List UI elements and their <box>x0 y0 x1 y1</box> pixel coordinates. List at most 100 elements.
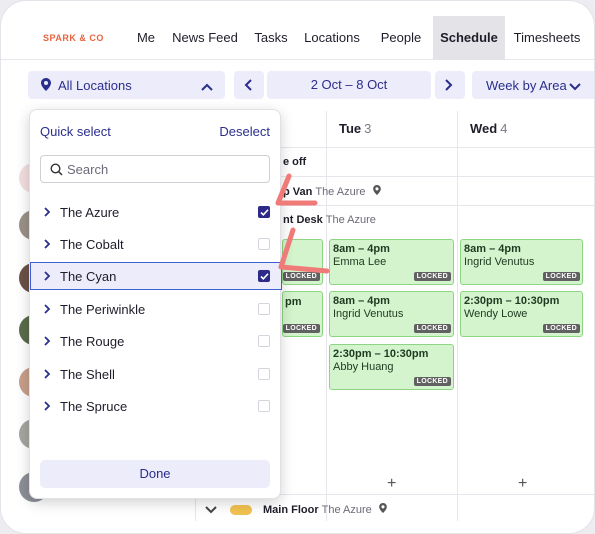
next-week-button[interactable] <box>435 71 465 99</box>
shift-time: 8am – 4pm <box>464 243 521 255</box>
area-name: Main Floor <box>263 504 319 516</box>
chevron-right-icon[interactable] <box>44 369 50 379</box>
day-number: 3 <box>364 121 372 136</box>
search-icon <box>50 163 63 176</box>
location-checkbox[interactable] <box>258 303 270 315</box>
location-checkbox[interactable] <box>258 206 270 218</box>
map-pin-icon <box>372 185 381 195</box>
shift-card[interactable]: 8am – 4pm Emma Lee LOCKED <box>329 239 454 285</box>
location-option-label: The Shell <box>60 367 115 382</box>
chevron-right-icon[interactable] <box>44 401 50 411</box>
shift-time: pm <box>285 296 302 308</box>
locked-badge: LOCKED <box>282 324 320 333</box>
shift-time: 8am – 4pm <box>333 243 390 255</box>
app-frame: SPARK & CO Me News Feed Tasks Locations … <box>0 0 595 534</box>
brand-logo[interactable]: SPARK & CO <box>43 33 104 43</box>
location-search[interactable] <box>40 155 270 183</box>
area-color-swatch <box>230 505 252 515</box>
location-option-label: The Spruce <box>60 399 128 414</box>
locked-badge: LOCKED <box>542 324 580 333</box>
done-button[interactable]: Done <box>40 460 270 488</box>
shift-time: 8am – 4pm <box>333 295 390 307</box>
location-option-the-rouge[interactable]: The Rouge <box>30 327 282 355</box>
shift-time: 2:30pm – 10:30pm <box>333 348 429 360</box>
location-dropdown: Quick select Deselect The Azure The Coba… <box>29 109 282 499</box>
shift-time: 2:30pm – 10:30pm <box>464 295 560 307</box>
shift-card[interactable]: 2:30pm – 10:30pm Wendy Lowe LOCKED <box>460 291 583 337</box>
day-name: Wed <box>470 121 498 136</box>
previous-week-button[interactable] <box>234 71 264 99</box>
time-off-row[interactable]: e off <box>283 156 306 168</box>
area-row-front-desk[interactable]: nt Desk The Azure <box>283 214 376 226</box>
location-option-the-cobalt[interactable]: The Cobalt <box>30 230 282 258</box>
location-option-the-cyan[interactable]: The Cyan <box>30 262 282 290</box>
view-mode-select[interactable]: Week by Area <box>472 71 594 99</box>
area-location: The Azure <box>325 214 376 226</box>
shift-employee: Wendy Lowe <box>464 308 528 320</box>
shift-card[interactable]: 2:30pm – 10:30pm Abby Huang LOCKED <box>329 344 454 390</box>
shift-card[interactable]: pm LOCKED <box>282 291 323 337</box>
shift-card[interactable]: 8am – 4pm Ingrid Venutus LOCKED <box>460 239 583 285</box>
location-checkbox[interactable] <box>258 400 270 412</box>
map-pin-icon <box>378 503 387 513</box>
top-nav: SPARK & CO Me News Feed Tasks Locations … <box>1 16 594 60</box>
nav-tab-news-feed[interactable]: News Feed <box>169 16 241 60</box>
locked-badge: LOCKED <box>413 272 451 281</box>
view-mode-label: Week by Area <box>486 78 567 93</box>
search-input[interactable] <box>67 159 257 179</box>
area-label: Main Floor The Azure <box>263 503 387 516</box>
location-option-label: The Rouge <box>60 334 125 349</box>
chevron-right-icon[interactable] <box>44 271 50 281</box>
locked-badge: LOCKED <box>413 324 451 333</box>
nav-tab-timesheets[interactable]: Timesheets <box>507 16 587 60</box>
day-number: 4 <box>500 121 508 136</box>
map-pin-icon <box>41 78 51 94</box>
chevron-right-icon <box>445 79 453 91</box>
area-name: nt Desk <box>283 214 323 226</box>
add-shift-button[interactable]: + <box>387 475 396 493</box>
location-checkbox[interactable] <box>258 368 270 380</box>
location-checkbox[interactable] <box>258 238 270 250</box>
location-option-label: The Cyan <box>60 269 117 284</box>
location-checkbox[interactable] <box>258 335 270 347</box>
location-checkbox[interactable] <box>258 270 270 282</box>
shift-card[interactable]: 8am – 4pm Ingrid Venutus LOCKED <box>329 291 454 337</box>
location-option-the-periwinkle[interactable]: The Periwinkle <box>30 295 282 323</box>
nav-tab-locations[interactable]: Locations <box>299 16 365 60</box>
chevron-right-icon[interactable] <box>44 239 50 249</box>
chevron-right-icon[interactable] <box>44 304 50 314</box>
date-range[interactable]: 2 Oct – 8 Oct <box>267 71 431 99</box>
nav-tab-tasks[interactable]: Tasks <box>249 16 293 60</box>
location-filter-button[interactable]: All Locations <box>28 71 225 99</box>
day-header-wed: Wed 4 <box>470 121 507 136</box>
area-location: The Azure <box>321 504 372 516</box>
shift-employee: Ingrid Venutus <box>464 256 535 268</box>
annotation-arrow-icon <box>278 227 330 274</box>
shift-employee: Emma Lee <box>333 256 387 268</box>
chevron-right-icon[interactable] <box>44 336 50 346</box>
location-option-the-azure[interactable]: The Azure <box>30 198 282 226</box>
day-header-tue: Tue 3 <box>339 121 371 136</box>
grid-divider <box>326 111 327 521</box>
area-location: The Azure <box>315 186 366 198</box>
chevron-right-icon[interactable] <box>44 207 50 217</box>
chevron-left-icon <box>244 79 252 91</box>
location-option-label: The Periwinkle <box>60 302 146 317</box>
locked-badge: LOCKED <box>413 377 451 386</box>
shift-employee: Ingrid Venutus <box>333 308 404 320</box>
location-option-label: The Cobalt <box>60 237 124 252</box>
chevron-down-icon <box>569 79 581 94</box>
chevron-up-icon <box>201 79 213 94</box>
grid-divider <box>457 111 458 521</box>
nav-tab-people[interactable]: People <box>373 16 429 60</box>
quick-select-link[interactable]: Quick select <box>40 124 111 139</box>
chevron-down-icon[interactable] <box>205 506 217 514</box>
deselect-link[interactable]: Deselect <box>219 124 270 139</box>
nav-tab-schedule[interactable]: Schedule <box>433 16 505 60</box>
location-option-the-shell[interactable]: The Shell <box>30 360 282 388</box>
add-shift-button[interactable]: + <box>518 475 527 493</box>
nav-tab-me[interactable]: Me <box>129 16 163 60</box>
location-option-the-spruce[interactable]: The Spruce <box>30 392 282 420</box>
annotation-arrow-icon <box>275 173 318 206</box>
locked-badge: LOCKED <box>542 272 580 281</box>
